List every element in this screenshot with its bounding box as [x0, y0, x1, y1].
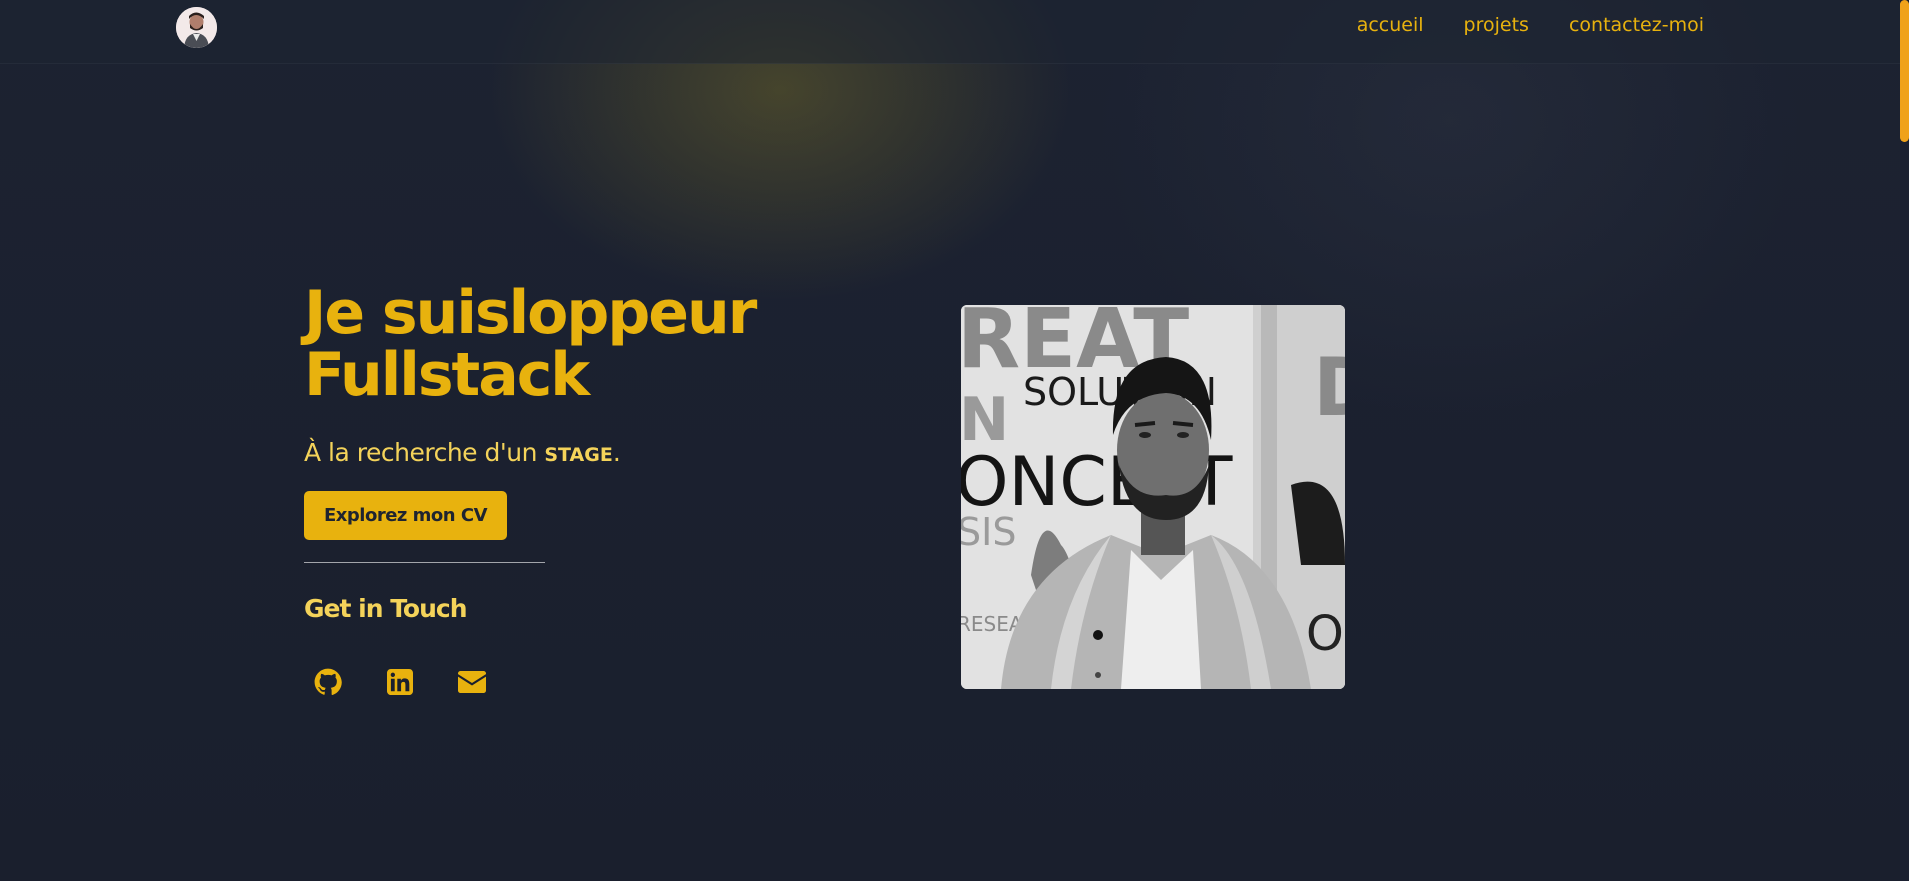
profile-photo-image: REAT SOLUTION N ONCEPT SIS RESEAR D ON	[961, 305, 1345, 689]
avatar[interactable]	[176, 7, 217, 48]
scrollbar-thumb[interactable]	[1900, 0, 1909, 142]
page: accueil projets contactez-moi Je suislop…	[0, 0, 1909, 881]
main-nav: accueil projets contactez-moi	[1357, 14, 1704, 36]
nav-link-contact[interactable]: contactez-moi	[1569, 14, 1704, 36]
get-in-touch-heading: Get in Touch	[304, 594, 468, 623]
github-icon[interactable]	[314, 668, 342, 696]
wall-text-d: D	[1313, 341, 1345, 434]
avatar-portrait	[176, 7, 217, 48]
scrollbar-track[interactable]	[1900, 0, 1909, 881]
hero-title: Je suisloppeur Fullstack	[304, 282, 824, 406]
envelope-icon[interactable]	[458, 668, 486, 696]
hero-title-line1: Je suisloppeur	[304, 278, 757, 348]
hero-subtitle-strong: STAGE	[544, 444, 613, 466]
wall-text-on: ON	[1306, 606, 1345, 662]
wall-text-sis: SIS	[961, 510, 1016, 554]
hero-title-line2: Fullstack	[304, 340, 590, 410]
hero-subtitle-suffix: .	[612, 438, 621, 467]
explore-cv-button[interactable]: Explorez mon CV	[304, 491, 507, 540]
hero-subtitle-prefix: À la recherche d'un	[304, 438, 545, 467]
profile-photo: REAT SOLUTION N ONCEPT SIS RESEAR D ON	[961, 305, 1345, 689]
social-links	[314, 668, 486, 696]
divider	[304, 562, 545, 563]
top-navbar: accueil projets contactez-moi	[0, 0, 1900, 64]
nav-link-accueil[interactable]: accueil	[1357, 14, 1424, 36]
linkedin-icon[interactable]	[386, 668, 414, 696]
hero-subtitle: À la recherche d'un STAGE.	[304, 438, 621, 467]
nav-link-projets[interactable]: projets	[1464, 14, 1529, 36]
